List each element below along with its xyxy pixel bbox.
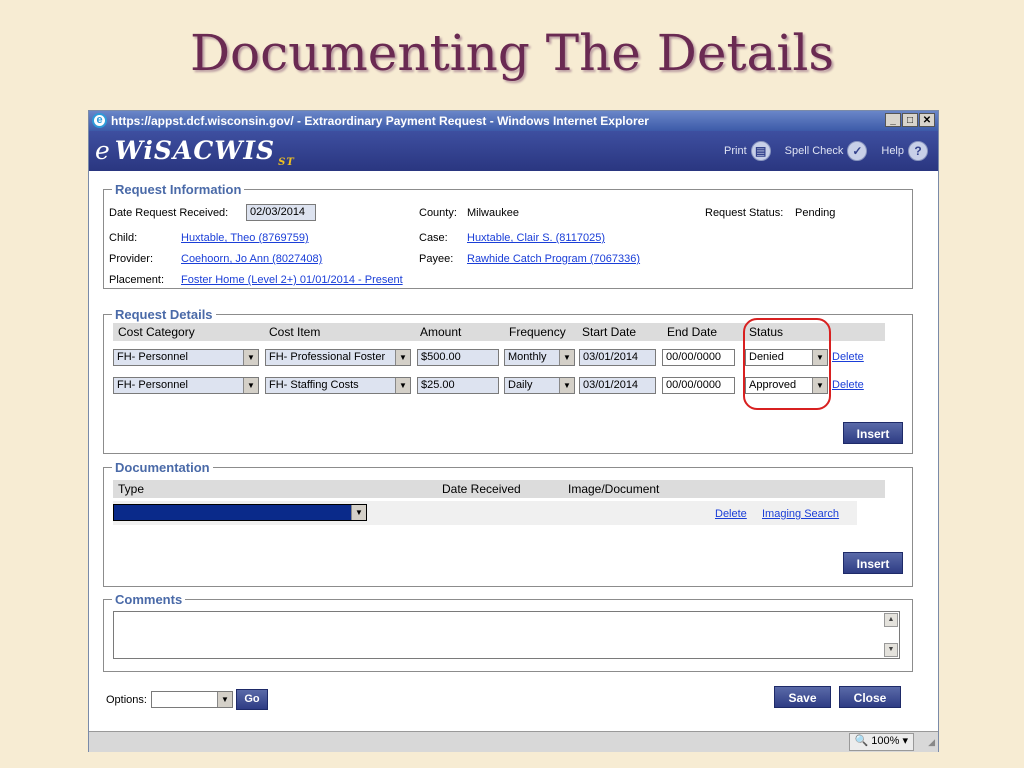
- request-status-label: Request Status:: [705, 207, 784, 219]
- document-type-select[interactable]: ▼: [113, 504, 367, 521]
- end-date-field[interactable]: 00/00/0000: [662, 349, 735, 366]
- case-link[interactable]: Huxtable, Clair S. (8117025): [467, 232, 605, 244]
- chevron-down-icon: ▼: [217, 692, 232, 707]
- slide-title: Documenting The Details: [189, 24, 835, 82]
- insert-detail-button[interactable]: Insert: [843, 422, 903, 444]
- cost-item-select[interactable]: FH- Staffing Costs ▼: [265, 377, 411, 394]
- document-delete-link[interactable]: Delete: [715, 508, 747, 520]
- chevron-down-icon: ▼: [243, 350, 258, 365]
- documentation-legend: Documentation: [112, 460, 213, 475]
- provider-link[interactable]: Coehoorn, Jo Ann (8027408): [181, 253, 322, 265]
- comments-legend: Comments: [112, 592, 186, 607]
- frequency-header: Frequency: [509, 325, 566, 339]
- start-date-field[interactable]: 03/01/2014: [579, 377, 656, 394]
- imaging-search-link[interactable]: Imaging Search: [762, 508, 839, 520]
- zoom-control[interactable]: 🔍 100% ▾: [848, 733, 914, 751]
- placement-link[interactable]: Foster Home (Level 2+) 01/01/2014 - Pres…: [181, 274, 403, 286]
- request-status-value: Pending: [795, 207, 836, 219]
- amount-field[interactable]: $500.00: [417, 349, 499, 366]
- save-button[interactable]: Save: [774, 686, 831, 708]
- internet-explorer-icon: e: [92, 113, 107, 128]
- maximize-button[interactable]: □: [902, 113, 918, 127]
- start-date-field[interactable]: 03/01/2014: [579, 349, 656, 366]
- frequency-select[interactable]: Daily ▼: [504, 377, 575, 394]
- spell-check-button[interactable]: Spell Check ✓: [785, 141, 868, 161]
- amount-field[interactable]: $25.00: [417, 377, 499, 394]
- provider-label: Provider:: [109, 253, 154, 265]
- app-header: e WiSACWIS ST Print ▤ Spell Check ✓ Help ?: [89, 131, 938, 171]
- cost-category-header: Cost Category: [118, 325, 195, 339]
- spell-check-icon: ✓: [847, 141, 868, 161]
- resize-grip-icon[interactable]: ◢: [928, 737, 935, 748]
- print-button[interactable]: Print ▤: [724, 141, 771, 161]
- chevron-down-icon: ▼: [351, 505, 366, 520]
- close-button[interactable]: Close: [839, 686, 901, 708]
- minimize-button[interactable]: _: [885, 113, 901, 127]
- chevron-down-icon: ▼: [243, 378, 258, 393]
- scroll-up-icon[interactable]: ▲: [884, 613, 898, 627]
- browser-title-bar: e https://appst.dcf.wisconsin.gov/ - Ext…: [89, 111, 938, 131]
- type-header: Type: [118, 482, 145, 496]
- browser-window: e https://appst.dcf.wisconsin.gov/ - Ext…: [88, 110, 939, 752]
- start-date-header: Start Date: [582, 325, 637, 339]
- close-window-button[interactable]: ✕: [919, 113, 935, 127]
- payee-link[interactable]: Rawhide Catch Program (7067336): [467, 253, 640, 265]
- date-received-field[interactable]: 02/03/2014: [246, 204, 316, 221]
- county-label: County:: [419, 207, 457, 219]
- placement-label: Placement:: [109, 274, 165, 286]
- help-icon: ?: [908, 141, 928, 161]
- child-label: Child:: [109, 232, 138, 244]
- app-logo: e WiSACWIS ST: [95, 136, 295, 168]
- county-value: Milwaukee: [467, 207, 519, 219]
- cost-item-header: Cost Item: [269, 325, 321, 339]
- image-document-header: Image/Document: [568, 482, 660, 496]
- delete-link[interactable]: Delete: [832, 351, 864, 363]
- child-link[interactable]: Huxtable, Theo (8769759): [181, 232, 309, 244]
- end-date-field[interactable]: 00/00/0000: [662, 377, 735, 394]
- options-label: Options:: [106, 694, 147, 706]
- options-select[interactable]: ▼: [151, 691, 233, 708]
- amount-header: Amount: [420, 325, 462, 339]
- comments-textarea[interactable]: ▲ ▼: [113, 611, 900, 659]
- frequency-select[interactable]: Monthly ▼: [504, 349, 575, 366]
- chevron-down-icon: ▼: [559, 350, 574, 365]
- insert-document-button[interactable]: Insert: [843, 552, 903, 574]
- cost-category-select[interactable]: FH- Personnel ▼: [113, 377, 259, 394]
- status-bar: 🔍 100% ▾ ◢: [89, 731, 938, 752]
- request-details-legend: Request Details: [112, 307, 216, 322]
- go-button[interactable]: Go: [236, 689, 268, 710]
- scroll-down-icon[interactable]: ▼: [884, 643, 898, 657]
- date-received-header: Date Received: [442, 482, 521, 496]
- request-information-legend: Request Information: [112, 182, 245, 197]
- status-highlight-circle: [743, 318, 831, 410]
- delete-link[interactable]: Delete: [832, 379, 864, 391]
- browser-title: https://appst.dcf.wisconsin.gov/ - Extra…: [111, 114, 649, 128]
- help-button[interactable]: Help ?: [881, 141, 928, 161]
- payee-label: Payee:: [419, 253, 454, 265]
- chevron-down-icon: ▼: [395, 350, 410, 365]
- cost-item-select[interactable]: FH- Professional Foster ▼: [265, 349, 411, 366]
- documentation-header: Type Date Received Image/Document: [113, 480, 885, 498]
- cost-category-select[interactable]: FH- Personnel ▼: [113, 349, 259, 366]
- printer-icon: ▤: [750, 141, 771, 161]
- case-label: Case:: [419, 232, 448, 244]
- end-date-header: End Date: [667, 325, 718, 339]
- chevron-down-icon: ▼: [395, 378, 410, 393]
- date-received-label: Date Request Received:: [109, 207, 229, 219]
- chevron-down-icon: ▼: [559, 378, 574, 393]
